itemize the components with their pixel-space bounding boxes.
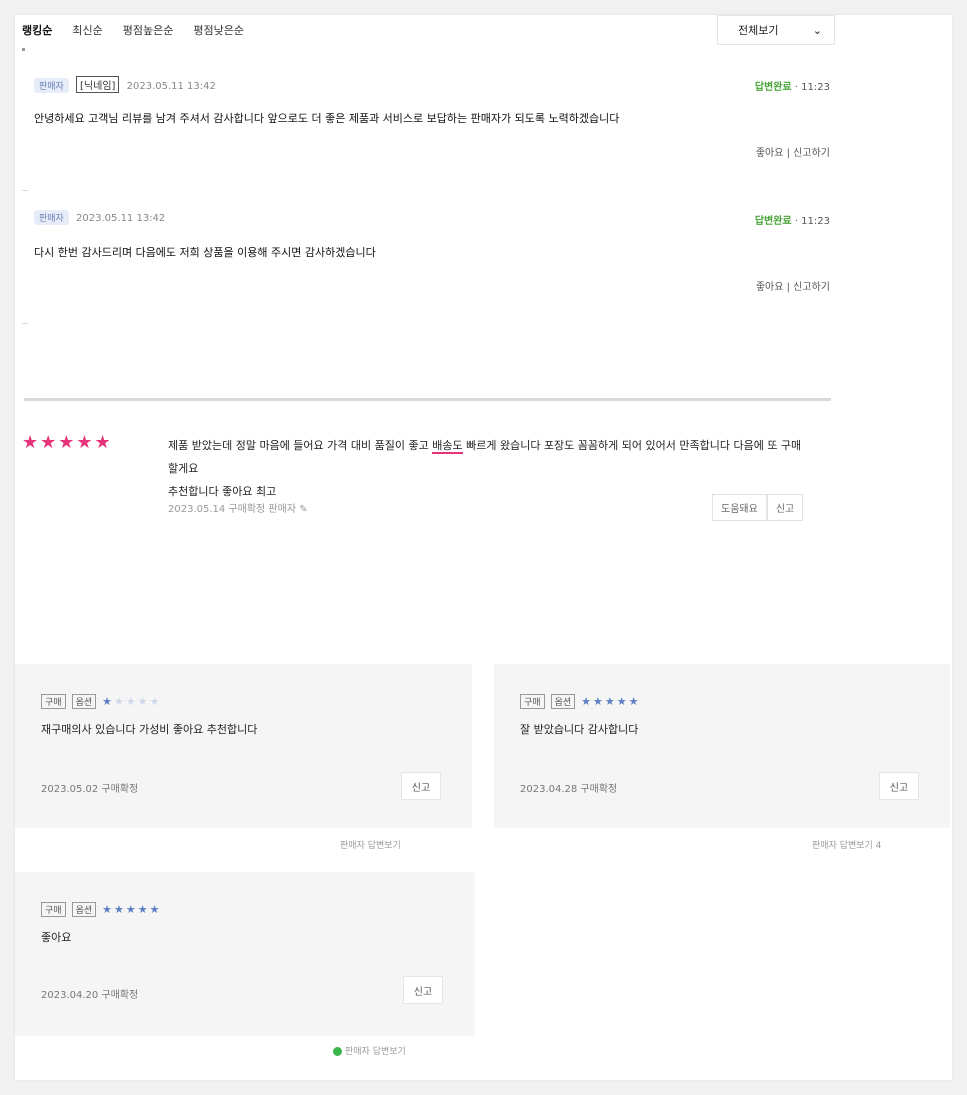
sub-review-text: 재구매의사 있습니다 가성비 좋아요 추천합니다 bbox=[41, 723, 258, 736]
comment-text: 다시 한번 감사드리며 다음에도 저희 상품을 이용해 주시면 감사하겠습니다 bbox=[34, 246, 376, 259]
seller-badge: 판매자 bbox=[34, 210, 69, 225]
comment-item: 판매자 [닉네임] 2023.05.11 13:42 답변완료 · 11:23 … bbox=[34, 76, 830, 159]
rating-stars: ★★★★★ bbox=[102, 695, 162, 708]
comment-item: 판매자 2023.05.11 13:42 답변완료 · 11:23 다시 한번 … bbox=[34, 210, 830, 293]
comment-status: 답변완료 · 11:23 bbox=[754, 82, 830, 93]
option-label: 옵션 bbox=[550, 694, 576, 709]
comment-meta: 2023.05.11 13:42 bbox=[76, 213, 166, 224]
pencil-icon: ✎ bbox=[299, 504, 308, 515]
filter-select-label: 전체보기 bbox=[738, 24, 779, 37]
option-label: 옵션 bbox=[71, 902, 97, 917]
sub-review-card: 구매 옵션 ★★★★★ 잘 받았습니다 감사합니다 2023.04.28 구매확… bbox=[494, 664, 950, 828]
chevron-down-icon: ⌄ bbox=[812, 23, 822, 37]
filter-select[interactable]: 전체보기 ⌄ bbox=[717, 15, 835, 45]
review-label: 구매 bbox=[520, 694, 545, 709]
review-buttons: 도움돼요 신고 bbox=[712, 494, 804, 521]
comment-text: 안녕하세요 고객님 리뷰를 남겨 주셔서 감사합니다 앞으로도 더 좋은 제품과… bbox=[34, 112, 620, 125]
sub-review-card: 구매 옵션 ★★★★★ 재구매의사 있습니다 가성비 좋아요 추천합니다 202… bbox=[15, 664, 472, 828]
comment-status: 답변완료 · 11:23 bbox=[754, 216, 830, 227]
comment-actions[interactable]: 좋아요 | 신고하기 bbox=[34, 144, 830, 159]
seller-reply-link[interactable]: 판매자 답변보기 bbox=[333, 1044, 406, 1057]
sub-review-date: 2023.04.20 구매확정 bbox=[41, 990, 139, 1001]
comment-actions[interactable]: 좋아요 | 신고하기 bbox=[34, 278, 830, 293]
sub-review-date: 2023.04.28 구매확정 bbox=[520, 784, 618, 795]
reply-icon bbox=[333, 1047, 342, 1056]
report-button[interactable]: 신고 bbox=[403, 976, 443, 1004]
rating-stars: ★★★★★ bbox=[22, 432, 113, 453]
rating-stars: ★★★★★ bbox=[581, 695, 641, 708]
review-text: 제품 받았는데 정말 마음에 들어요 가격 대비 품질이 좋고 배송도 빠르게 … bbox=[168, 439, 802, 498]
review-label: 구매 bbox=[41, 694, 66, 709]
sub-review-text: 잘 받았습니다 감사합니다 bbox=[520, 723, 639, 736]
option-label: 옵션 bbox=[71, 694, 97, 709]
highlight-text: 배송도 bbox=[432, 439, 463, 454]
report-button[interactable]: 신고 bbox=[401, 772, 441, 800]
review-meta: 2023.05.14 구매확정 판매자 ✎ bbox=[168, 504, 308, 515]
sub-review-date: 2023.05.02 구매확정 bbox=[41, 784, 139, 795]
rating-stars: ★★★★★ bbox=[102, 903, 162, 916]
sort-tab-ranking[interactable]: 랭킹순 bbox=[22, 22, 52, 38]
sort-tab-high[interactable]: 평점높은순 bbox=[123, 22, 174, 38]
comment-meta: 2023.05.11 13:42 bbox=[126, 81, 216, 92]
section-divider bbox=[24, 398, 831, 401]
sub-review-card: 구매 옵션 ★★★★★ 좋아요 2023.04.20 구매확정 신고 bbox=[15, 872, 475, 1036]
sort-tabs: 랭킹순 최신순 평점높은순 평점낮은순 bbox=[22, 22, 244, 38]
seller-reply-link[interactable]: 판매자 답변보기 4 bbox=[812, 838, 881, 851]
seller-reply-link[interactable]: 판매자 답변보기 bbox=[340, 838, 401, 851]
bullet bbox=[22, 48, 25, 51]
sort-tab-low[interactable]: 평점낮은순 bbox=[193, 22, 244, 38]
comment-author[interactable]: [닉네임] bbox=[76, 76, 120, 93]
sort-tab-latest[interactable]: 최신순 bbox=[72, 22, 102, 38]
divider bbox=[22, 190, 28, 191]
report-button[interactable]: 신고 bbox=[879, 772, 919, 800]
review-label: 구매 bbox=[41, 902, 66, 917]
seller-badge: 판매자 bbox=[34, 78, 69, 93]
divider bbox=[22, 323, 28, 324]
helpful-button[interactable]: 도움돼요 bbox=[712, 494, 767, 521]
sub-review-text: 좋아요 bbox=[41, 931, 72, 944]
report-button[interactable]: 신고 bbox=[766, 494, 804, 521]
